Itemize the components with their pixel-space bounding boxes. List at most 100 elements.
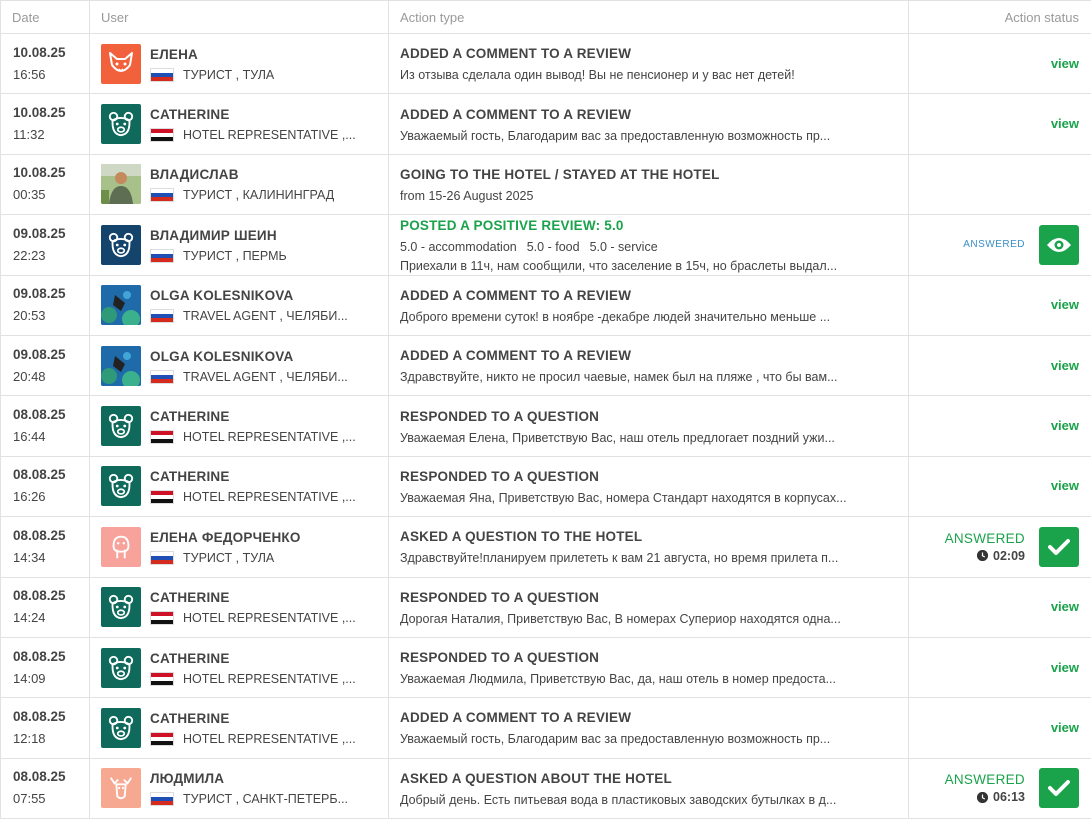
score-item: 5.0 - service [589,239,658,254]
view-link[interactable]: view [1051,720,1079,735]
action-description[interactable]: Из отзыва сделала один вывод! Вы не пенс… [400,68,860,82]
flag-eg-icon [150,490,174,505]
user-role: HOTEL REPRESENTATIVE ,... [183,731,356,746]
action-type: RESPONDED TO A QUESTION [400,589,600,605]
diver-photo[interactable] [101,285,141,326]
action-description[interactable]: from 15-26 August 2025 [400,189,860,203]
bear-icon[interactable] [101,406,141,447]
moose-icon[interactable] [101,768,141,809]
status-cell: view [908,93,1091,155]
table-row[interactable]: 09.08.25 22:23 ВЛАДИМИР ШЕИН ТУРИСТ , ПЕ… [0,214,1091,276]
date-cell: 10.08.25 16:56 [0,32,90,95]
table-row[interactable]: 10.08.25 00:35 ВЛАДИСЛАВ ТУРИСТ , КАЛИНИ… [0,153,1091,216]
table-row[interactable]: 08.08.25 14:24 CATHERINE HOTEL REPRESENT… [0,576,1091,638]
view-link[interactable]: view [1051,297,1079,312]
action-description[interactable]: Уважаемая Елена, Приветствую Вас, наш от… [400,431,860,445]
date-cell: 08.08.25 07:55 [0,757,90,820]
view-link[interactable]: view [1051,418,1079,433]
user-name[interactable]: ЕЛЕНА [150,46,274,64]
table-header: Date User Action type Action status [0,0,1091,34]
table-row[interactable]: 08.08.25 16:26 CATHERINE HOTEL REPRESENT… [0,455,1091,518]
eye-icon[interactable] [1039,224,1079,265]
photo-avatar[interactable] [101,164,141,205]
view-link[interactable]: view [1051,478,1079,493]
action-description[interactable]: Уважаемый гость, Благодарим вас за предо… [400,732,860,746]
status-cell: view [908,32,1091,95]
action-description[interactable]: Добрый день. Есть питьевая вода в пласти… [400,793,860,807]
diver-photo[interactable] [101,345,141,386]
user-role: ТУРИСТ , ПЕРМЬ [183,248,287,263]
user-cell: ВЛАДИМИР ШЕИН ТУРИСТ , ПЕРМЬ [89,214,389,276]
table-row[interactable]: 08.08.25 16:44 CATHERINE HOTEL REPRESENT… [0,395,1091,457]
status-cell: view [908,455,1091,518]
flag-ru-icon [150,792,174,807]
flag-eg-icon [150,128,174,143]
row-time: 07:55 [13,791,46,807]
status-cell: view [908,697,1091,759]
view-link[interactable]: view [1051,56,1079,71]
bear-icon[interactable] [101,707,141,748]
row-time: 20:53 [13,308,46,324]
action-description[interactable]: Здравствуйте, никто не просил чаевые, на… [400,370,860,384]
user-name[interactable]: CATHERINE [150,408,356,426]
view-link[interactable]: view [1051,358,1079,373]
user-name[interactable]: CATHERINE [150,710,356,728]
bear-icon[interactable] [101,104,141,145]
bear-outline-icon[interactable] [101,224,141,265]
action-description[interactable]: Здравствуйте!планируем прилететь к вам 2… [400,551,860,565]
clock-icon [977,791,989,803]
table-row[interactable]: 10.08.25 16:56 ЕЛЕНА ТУРИСТ , ТУЛА ADDED… [0,32,1091,95]
user-name[interactable]: ЛЮДМИЛА [150,770,348,788]
check-icon[interactable] [1039,526,1079,567]
header-date: Date [0,0,90,34]
action-description[interactable]: Уважаемый гость, Благодарим вас за предо… [400,129,860,143]
action-description[interactable]: Уважаемая Яна, Приветствую Вас, номера С… [400,491,860,505]
date-cell: 08.08.25 16:26 [0,455,90,518]
action-description[interactable]: Доброго времени суток! в ноябре -декабре… [400,310,860,324]
check-icon[interactable] [1039,768,1079,809]
view-link[interactable]: view [1051,116,1079,131]
table-row[interactable]: 09.08.25 20:53 OLGA KOLESNIKOVA TRAVEL A… [0,274,1091,336]
table-row[interactable]: 08.08.25 14:09 CATHERINE HOTEL REPRESENT… [0,636,1091,699]
walrus-icon[interactable] [101,526,141,567]
user-cell: CATHERINE HOTEL REPRESENTATIVE ,... [89,636,389,699]
fox-icon[interactable] [101,43,141,84]
user-name[interactable]: OLGA KOLESNIKOVA [150,287,348,305]
action-type: RESPONDED TO A QUESTION [400,650,600,666]
action-description[interactable]: Уважаемая Людмила, Приветствую Вас, да, … [400,672,860,686]
flag-ru-icon [150,188,174,203]
row-time: 14:09 [13,670,46,686]
action-cell: RESPONDED TO A QUESTION Дорогая Наталия,… [388,576,909,638]
user-name[interactable]: CATHERINE [150,106,356,124]
user-name[interactable]: ВЛАДИСЛАВ [150,166,334,184]
bear-icon[interactable] [101,466,141,507]
bear-icon[interactable] [101,647,141,688]
table-row[interactable]: 08.08.25 07:55 ЛЮДМИЛА ТУРИСТ , САНКТ-ПЕ… [0,757,1091,820]
user-name[interactable]: CATHERINE [150,589,356,607]
table-row[interactable]: 09.08.25 20:48 OLGA KOLESNIKOVA TRAVEL A… [0,334,1091,397]
action-type: ADDED A COMMENT TO A REVIEW [400,46,632,62]
date-cell: 10.08.25 00:35 [0,153,90,216]
flag-ru-icon [150,67,174,82]
user-role: ТУРИСТ , ТУЛА [183,67,275,82]
user-name[interactable]: ВЛАДИМИР ШЕИН [150,227,287,245]
row-time: 00:35 [13,187,46,203]
action-description[interactable]: Приехали в 11ч, нам сообщили, что заселе… [400,259,860,273]
user-name[interactable]: OLGA KOLESNIKOVA [150,348,348,366]
action-description[interactable]: Дорогая Наталия, Приветствую Вас, В номе… [400,612,860,626]
user-name[interactable]: CATHERINE [150,468,356,486]
action-cell: ADDED A COMMENT TO A REVIEW Из отзыва сд… [388,32,909,95]
user-name[interactable]: CATHERINE [150,650,356,668]
activity-table: Date User Action type Action status 10.0… [0,0,1091,820]
table-row[interactable]: 08.08.25 12:18 CATHERINE HOTEL REPRESENT… [0,697,1091,759]
view-link[interactable]: view [1051,660,1079,675]
table-row[interactable]: 10.08.25 11:32 CATHERINE HOTEL REPRESENT… [0,93,1091,155]
action-cell: RESPONDED TO A QUESTION Уважаемая Яна, П… [388,455,909,518]
table-row[interactable]: 08.08.25 14:34 ЕЛЕНА ФЕДОРЧЕНКО ТУРИСТ ,… [0,516,1091,578]
action-type: ASKED A QUESTION ABOUT THE HOTEL [400,770,672,786]
user-name[interactable]: ЕЛЕНА ФЕДОРЧЕНКО [150,529,301,547]
bear-icon[interactable] [101,587,141,628]
action-type: ADDED A COMMENT TO A REVIEW [400,106,632,122]
row-time: 16:26 [13,489,46,505]
view-link[interactable]: view [1051,599,1079,614]
